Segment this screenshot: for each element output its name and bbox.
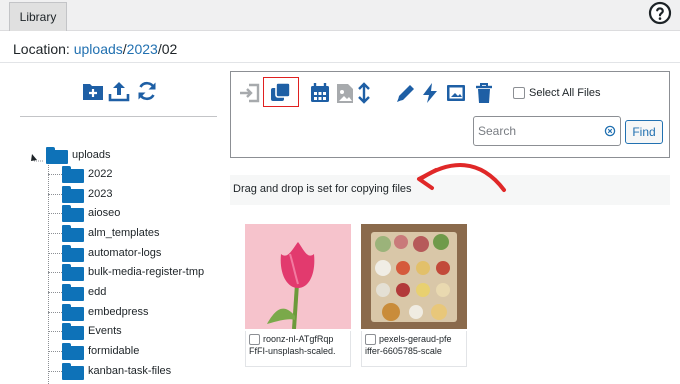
dnd-message: Drag and drop is set for copying files [233,183,412,195]
tree-item[interactable]: bulk-media-register-tmp [48,262,204,282]
tree-item-label: kanban-task-files [88,365,172,377]
tree-item[interactable]: 2022 [48,164,112,184]
calendar-icon[interactable] [309,82,331,104]
tree-item[interactable]: 2023 [48,184,112,204]
folder-icon [62,165,84,183]
tree-item-label: edd [88,286,107,298]
bolt-icon[interactable] [419,82,441,104]
tree-item[interactable]: formidable [48,341,139,361]
tree-item-label: 2023 [88,188,113,200]
breadcrumb: Location: uploads/2023/02 [13,41,177,57]
tree-item-label: aioseo [88,207,121,219]
folder-icon [62,322,84,340]
location-prefix: Location: [13,41,70,57]
tree-item-label: Events [88,325,122,337]
tab-library[interactable]: Library [9,2,67,31]
copy-icon[interactable] [270,81,292,103]
edit-icon[interactable] [395,82,417,104]
tree-item-label: alm_templates [88,227,160,239]
tree-item[interactable]: embedpress [48,302,149,322]
food-prep-image [361,224,467,329]
folder-icon [62,283,84,301]
folder-icon [46,146,68,164]
file-toolbar: Select All Files Find [230,71,670,158]
file-name-line2: iffer-6605785-scale [365,346,442,356]
upload-icon[interactable] [108,80,130,102]
file-checkbox[interactable] [249,334,260,345]
folder-tools [80,80,160,104]
trash-icon[interactable] [473,82,495,104]
folder-tree: uploads 2022 2023 aioseo alm_templates a… [0,140,225,384]
tree-item[interactable]: alm_templates [48,223,160,243]
tree-root-label: uploads [72,149,111,161]
tulip-image [245,224,351,329]
file-name-line1: pexels-geraud-pfe [379,334,452,344]
clear-search-icon[interactable] [604,125,616,137]
folder-icon [62,263,84,281]
file-name-line1: roonz-nl-ATgfRqp [263,334,334,344]
search-input[interactable] [478,121,598,141]
find-button[interactable]: Find [625,120,663,144]
question-circle-icon[interactable] [648,1,672,25]
tree-item-label: formidable [88,345,140,357]
tree-item-label: bulk-media-register-tmp [88,266,205,278]
sort-icon[interactable] [353,82,375,104]
file-thumbnail[interactable]: roonz-nl-ATgfRqp FfFI-unsplash-scaled. [245,224,351,367]
tree-item[interactable]: aioseo [48,203,120,223]
folder-icon [62,244,84,262]
file-thumbnail[interactable]: pexels-geraud-pfe iffer-6605785-scale [361,224,467,367]
tree-root-uploads[interactable]: uploads [28,144,111,166]
folder-icon [62,342,84,360]
breadcrumb-link-2023[interactable]: 2023 [127,41,158,57]
collapse-toggle-icon[interactable] [28,148,44,162]
tree-item-label: automator-logs [88,247,162,259]
tree-item[interactable]: edd [48,282,106,302]
folder-icon [62,362,84,380]
select-all-checkbox[interactable] [513,87,525,99]
folder-icon [62,204,84,222]
file-caption: roonz-nl-ATgfRqp FfFI-unsplash-scaled. [245,331,351,367]
tree-item[interactable]: Events [48,321,122,341]
select-all-label: Select All Files [529,87,601,99]
folder-icon [62,303,84,321]
folder-icon [62,224,84,242]
tree-item-label: 2022 [88,168,113,180]
file-caption: pexels-geraud-pfe iffer-6605785-scale [361,331,467,367]
breadcrumb-current: 02 [161,41,178,57]
new-folder-icon[interactable] [82,81,104,101]
gallery-icon[interactable] [445,82,467,104]
refresh-icon[interactable] [136,80,158,102]
folder-icon [62,185,84,203]
select-all-files[interactable]: Select All Files [513,87,601,99]
tree-item[interactable]: kanban-task-files [48,361,171,381]
file-name-line2: FfFI-unsplash-scaled. [249,346,336,356]
move-icon[interactable] [239,82,261,104]
top-bar: Library [0,0,680,31]
breadcrumb-link-uploads[interactable]: uploads [74,41,123,57]
search-box [473,116,621,146]
file-checkbox[interactable] [365,334,376,345]
tree-item-label: embedpress [88,306,149,318]
divider [20,116,217,117]
tree-item[interactable]: automator-logs [48,243,161,263]
annotation-arrow-icon [417,163,506,192]
